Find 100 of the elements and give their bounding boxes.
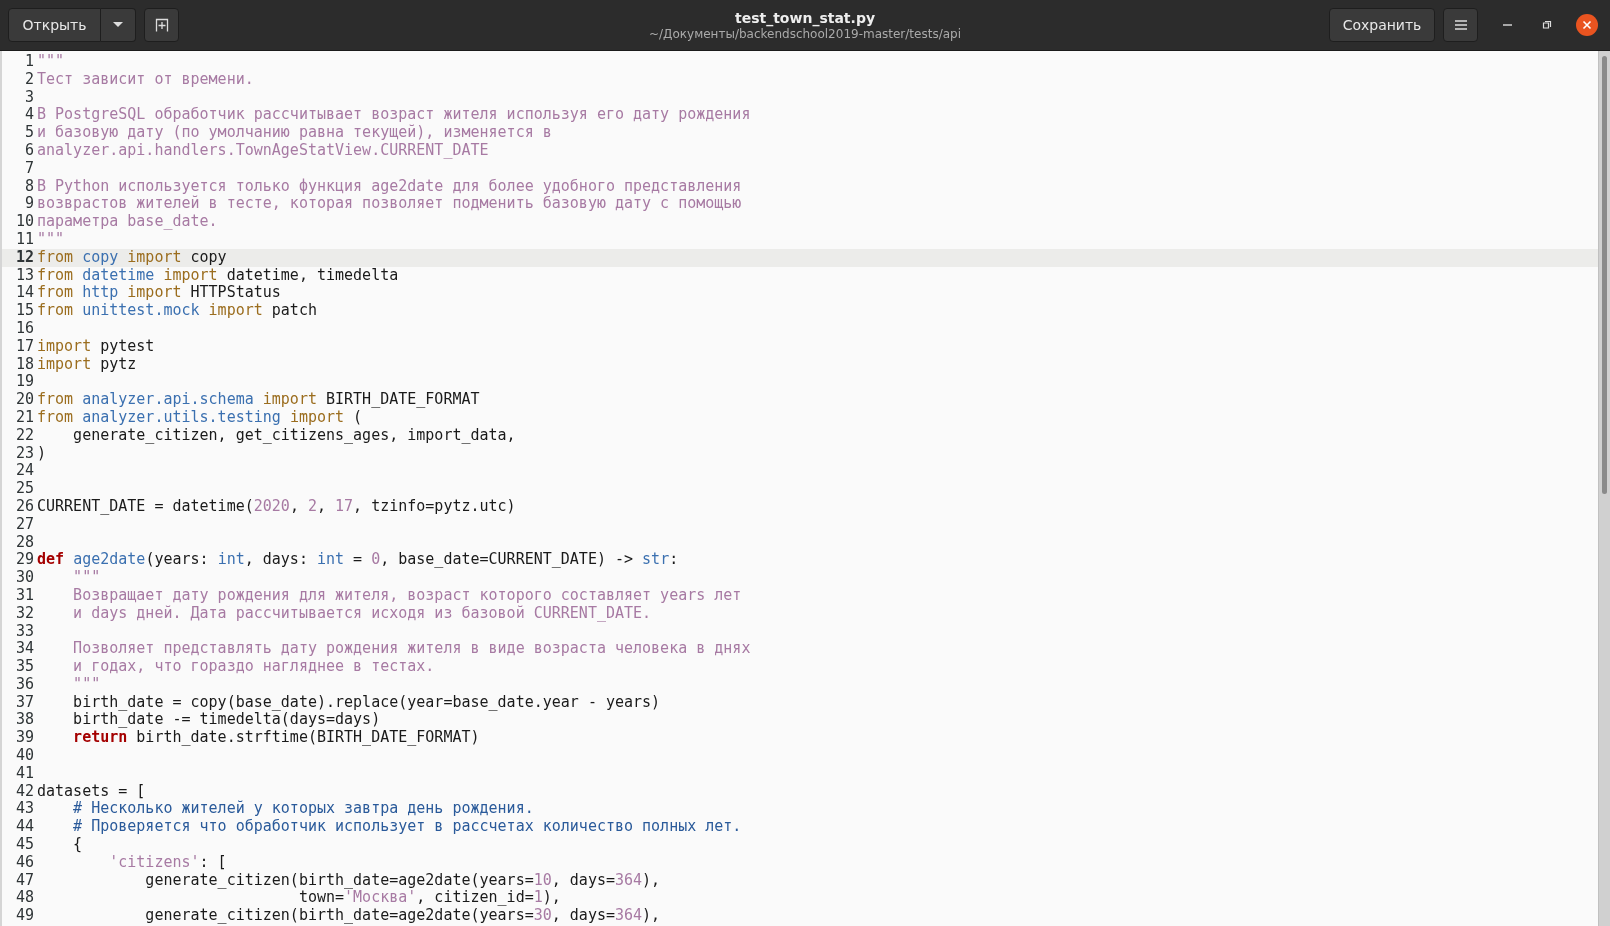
code-line: параметра base_date.: [37, 213, 218, 231]
line-number: 20: [14, 391, 35, 409]
code-line: def age2date(years: int, days: int = 0, base_date=CURRENT_DATE) -> str:: [37, 551, 679, 570]
code-line: generate_citizen(birth_date=age2date(years=30, days=364),: [144, 907, 661, 926]
line-number: 8: [23, 177, 35, 196]
code-line: analyzer.api.handlers.TownAgeStatView.CURRENT_DATE: [37, 142, 489, 160]
code-line: Возвращает дату рождения для жителя, возраст которого составляет years лет: [72, 586, 742, 605]
open-button[interactable]: Открыть: [8, 8, 101, 42]
code-line: from http import HTTPStatus: [37, 284, 281, 303]
line-number: 34: [14, 640, 35, 659]
close-button[interactable]: [1576, 14, 1598, 36]
line-number: 32: [14, 604, 35, 623]
line-number: 35: [14, 658, 35, 676]
code-line: Позволяет представлять дату рождения жителя в виде возраста человека в днях: [72, 640, 751, 659]
code-line: return birth_date.strftime(BIRTH_DATE_FORMAT): [72, 729, 480, 748]
line-number: 38: [14, 711, 35, 730]
code-line: birth_date = copy(base_date).replace(year=base_date.year - years): [72, 693, 661, 712]
new-tab-icon: [153, 17, 170, 33]
code-line: В PostgreSQL обработчик рассчитывает возраст жителя используя его дату рождения: [37, 106, 751, 124]
open-menu-button[interactable]: [101, 8, 136, 42]
code-line: В Python используется только функция age2date для более удобного представления: [37, 177, 742, 195]
line-number: 3: [23, 88, 35, 107]
code-line: birth_date -= timedelta(days=days): [72, 711, 381, 730]
line-number: 22: [14, 426, 35, 445]
code-line: Тест зависит от времени.: [37, 70, 254, 89]
line-number: 36: [14, 675, 35, 694]
line-number: 17: [14, 337, 35, 356]
line-number: 48: [14, 889, 35, 908]
line-number: 30: [14, 569, 35, 587]
code-line: from datetime import datetime, timedelta: [37, 266, 399, 285]
code-line: ): [37, 444, 47, 463]
code-line: 'citizens': [: [108, 853, 227, 872]
file-path: ~/Документы/backendschool2019-master/tests/api: [649, 26, 961, 41]
line-number: 12: [14, 248, 35, 267]
code-line: возврастов жителей в тесте, которая позволяет подменить базовую дату с помощью: [37, 195, 742, 214]
line-number: 24: [14, 462, 35, 481]
line-number: 29: [14, 551, 35, 570]
line-number: 44: [14, 818, 35, 837]
close-icon: [1582, 20, 1592, 30]
line-number: 39: [14, 729, 35, 748]
minimize-icon: [1502, 24, 1512, 26]
scrollbar-track[interactable]: [1598, 51, 1610, 926]
save-button[interactable]: Сохранить: [1329, 8, 1435, 42]
code-line: datasets = [: [37, 782, 146, 801]
code-line: и days дней. Дата рассчитывается исходя из базовой CURRENT_DATE.: [72, 604, 652, 623]
line-number: 37: [14, 693, 35, 712]
line-number: 26: [14, 497, 35, 516]
code-editor[interactable]: [2, 51, 1598, 926]
code-line: {: [72, 836, 83, 854]
line-number: 25: [14, 480, 35, 498]
line-number: 6: [23, 142, 35, 160]
line-number: 46: [14, 853, 35, 872]
code-line: CURRENT_DATE = datetime(2020, 2, 17, tzinfo=pytz.utc): [37, 497, 516, 516]
line-number: 21: [14, 408, 35, 427]
code-line: """: [37, 53, 65, 71]
line-number: 18: [14, 355, 35, 374]
code-line: from analyzer.api.schema import BIRTH_DATE_FORMAT: [37, 391, 480, 409]
line-number: 23: [14, 444, 35, 463]
line-number: 33: [14, 622, 35, 641]
line-number: 4: [23, 106, 35, 125]
line-number: 42: [14, 782, 35, 801]
line-number: 43: [14, 800, 35, 819]
line-number: 27: [14, 515, 35, 534]
line-number: 1: [23, 53, 35, 71]
line-number: 15: [14, 302, 35, 320]
menu-button[interactable]: [1443, 8, 1478, 42]
line-number: 19: [14, 373, 35, 392]
code-line: from unittest.mock import patch: [37, 302, 317, 320]
line-number: 10: [14, 213, 35, 231]
line-number: 9: [23, 195, 35, 214]
caret-icon: [112, 21, 124, 29]
code-line: import pytest: [37, 337, 155, 356]
line-number: 16: [14, 319, 35, 338]
new-tab-button[interactable]: [144, 8, 179, 42]
restore-icon: [1542, 20, 1552, 30]
line-number: 45: [14, 836, 35, 854]
line-number: 41: [14, 764, 35, 783]
line-number: 11: [14, 230, 35, 249]
code-line: import pytz: [37, 355, 137, 374]
code-line: """: [37, 230, 65, 249]
menu-icon: [1453, 19, 1468, 31]
code-line: from analyzer.utils.testing import (: [37, 408, 363, 427]
line-number: 5: [23, 124, 35, 142]
code-line: """: [72, 675, 101, 694]
line-number: 31: [14, 586, 35, 605]
line-number: 14: [14, 284, 35, 303]
code-line: generate_citizen, get_citizens_ages, import_data,: [72, 426, 516, 445]
scrollbar-thumb[interactable]: [1602, 56, 1607, 494]
line-number: 28: [14, 533, 35, 552]
line-number: 40: [14, 747, 35, 765]
line-number: 2: [23, 70, 35, 89]
line-number: 13: [14, 266, 35, 285]
line-number: 7: [23, 159, 35, 178]
code-line: # Несколько жителей у которых завтра день рождения.: [72, 800, 534, 819]
line-number: 47: [14, 871, 35, 890]
code-line: town='Москва', citizen_id=1),: [298, 889, 561, 908]
line-number: 49: [14, 907, 35, 926]
code-line: generate_citizen(birth_date=age2date(years=10, days=364),: [144, 871, 661, 890]
code-line: # Проверяется что обработчик использует в рассчетах количество полных лет.: [72, 818, 742, 837]
window-title: test_town_stat.py: [734, 9, 876, 26]
